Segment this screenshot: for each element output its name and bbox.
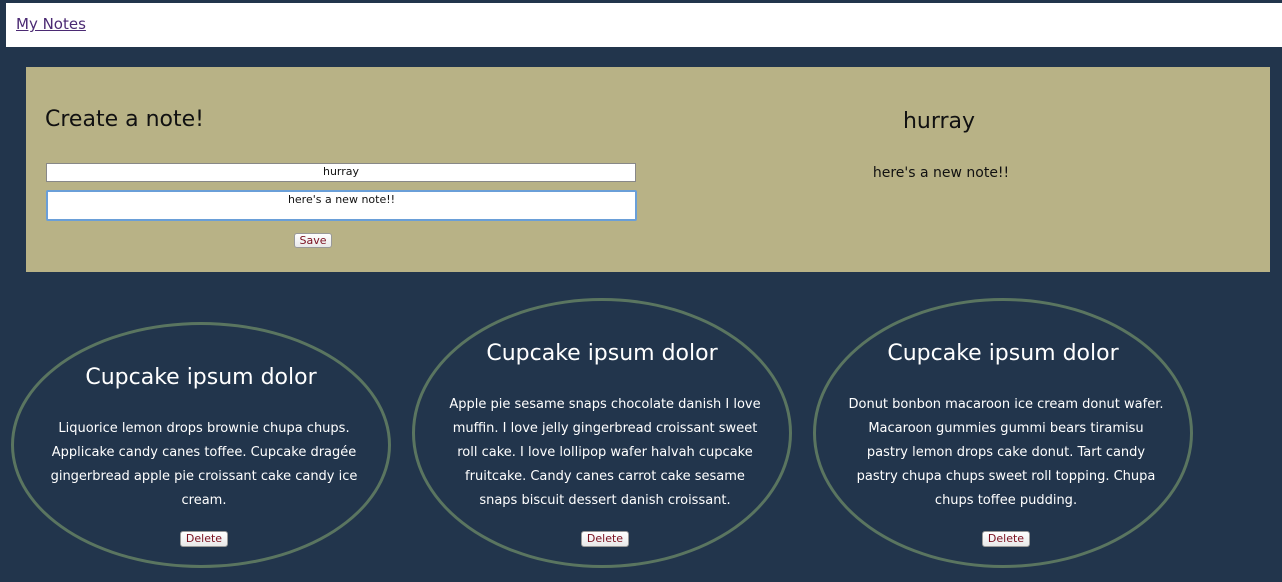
- delete-button[interactable]: Delete: [581, 531, 629, 547]
- note-title-input[interactable]: [46, 163, 636, 182]
- create-note-heading: Create a note!: [45, 107, 204, 132]
- navbar: My Notes: [6, 3, 1282, 47]
- note-body: Donut bonbon macaroon ice cream donut wa…: [848, 397, 1164, 508]
- note-body: Apple pie sesame snaps chocolate danish …: [449, 397, 761, 508]
- preview-body: here's a new note!!: [872, 165, 1010, 181]
- my-notes-link[interactable]: My Notes: [16, 15, 86, 33]
- note-body: Liquorice lemon drops brownie chupa chup…: [50, 421, 358, 508]
- note-title: Cupcake ipsum dolor: [85, 365, 317, 390]
- delete-button[interactable]: Delete: [982, 531, 1030, 547]
- save-button[interactable]: Save: [294, 233, 332, 248]
- note-card: Cupcake ipsum dolor Donut bonbon macaroo…: [813, 298, 1193, 568]
- note-card: Cupcake ipsum dolor Apple pie sesame sna…: [412, 298, 792, 568]
- note-title: Cupcake ipsum dolor: [887, 341, 1119, 366]
- delete-button[interactable]: Delete: [180, 531, 228, 547]
- note-card: Cupcake ipsum dolor Liquorice lemon drop…: [11, 322, 391, 568]
- preview-title: hurray: [902, 109, 976, 134]
- create-note-panel: Create a note! Save hurray here's a new …: [26, 67, 1270, 272]
- note-body-input[interactable]: [46, 190, 637, 221]
- note-title: Cupcake ipsum dolor: [486, 341, 718, 366]
